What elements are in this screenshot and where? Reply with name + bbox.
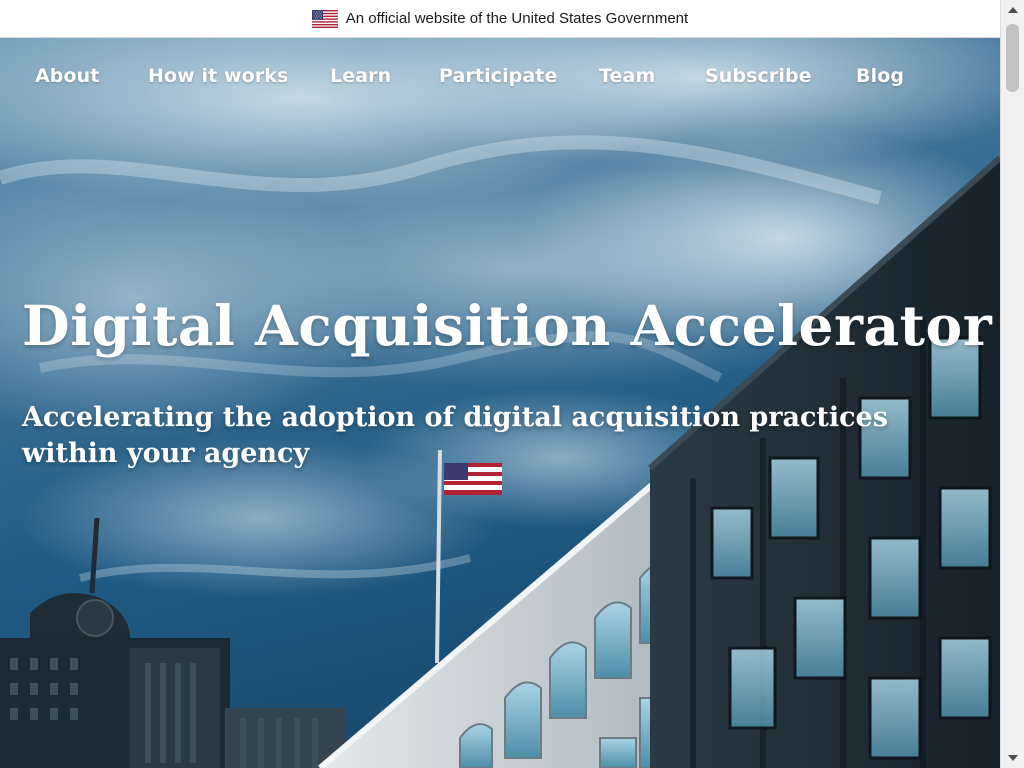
nav-blog[interactable]: Blog <box>856 65 904 87</box>
nav-how-it-works[interactable]: How it works <box>148 65 288 87</box>
nav-subscribe[interactable]: Subscribe <box>705 65 812 87</box>
gov-banner-text: An official website of the United States… <box>345 10 689 27</box>
chevron-down-icon[interactable] <box>1001 750 1024 766</box>
nav-about[interactable]: About <box>35 65 99 87</box>
chevron-up-icon[interactable] <box>1001 2 1024 18</box>
gov-banner: An official website of the United States… <box>0 0 1000 38</box>
page: An official website of the United States… <box>0 0 1024 768</box>
hero-title: Digital Acquisition Accelerator <box>22 293 993 358</box>
scrollbar-thumb[interactable] <box>1006 24 1019 92</box>
nav-team[interactable]: Team <box>599 65 655 87</box>
hero: About How it works Learn Participate Tea… <box>0 38 1000 768</box>
vertical-scrollbar[interactable] <box>1000 0 1024 768</box>
nav-participate[interactable]: Participate <box>439 65 557 87</box>
nav-learn[interactable]: Learn <box>330 65 391 87</box>
main-nav: About How it works Learn Participate Tea… <box>0 56 1000 96</box>
us-flag-icon <box>311 9 338 28</box>
hero-subtitle: Accelerating the adoption of digital acq… <box>22 402 888 469</box>
